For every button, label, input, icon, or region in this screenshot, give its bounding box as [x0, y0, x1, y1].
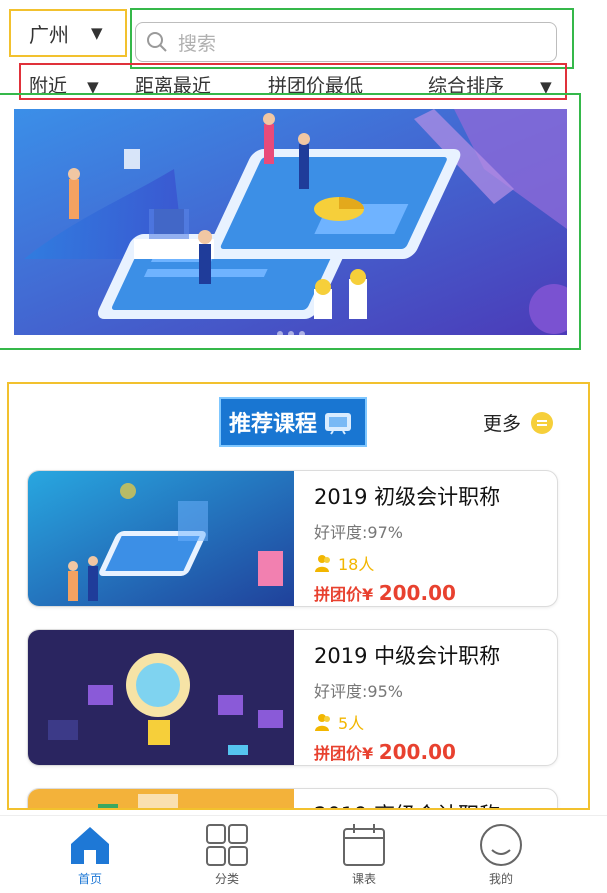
participants-count: 5人	[338, 714, 365, 733]
price-value: 200.00	[378, 740, 456, 764]
people-icon	[315, 555, 330, 572]
course-participants: 5人	[314, 710, 500, 734]
city-label: 广州	[29, 22, 69, 47]
nav-profile[interactable]: 我的	[441, 822, 561, 887]
course-participants: 18人	[314, 551, 500, 575]
course-info: 2019 高级会计职称	[314, 799, 500, 808]
course-card[interactable]: 2019 初级会计职称 好评度:97% 18人 拼团价¥ 200.00	[27, 470, 558, 607]
price-value: 200.00	[378, 581, 456, 605]
participants-count: 18人	[338, 555, 375, 574]
nav-profile-label: 我的	[488, 872, 513, 886]
bottom-nav: 首页 分类 课表 我的	[0, 815, 607, 893]
carousel-dot[interactable]	[277, 331, 283, 335]
course-info: 2019 中级会计职称 好评度:95% 5人 拼团价¥ 200.00	[314, 640, 500, 764]
banner-illustration	[14, 109, 567, 335]
search-placeholder: 搜索	[178, 32, 217, 55]
calendar-icon	[343, 824, 385, 866]
more-label: 更多	[483, 413, 522, 435]
carousel-dot[interactable]	[288, 331, 294, 335]
search-input[interactable]: 搜索	[135, 22, 557, 62]
people-icon	[315, 714, 330, 731]
course-name: 2019 初级会计职称	[314, 485, 501, 509]
banner-region	[0, 93, 581, 350]
nav-home[interactable]: 首页	[30, 822, 150, 887]
recommend-title-badge: 推荐课程	[219, 397, 367, 447]
price-label: 拼团价¥	[314, 744, 374, 763]
nav-home-label: 首页	[77, 872, 102, 886]
nav-schedule[interactable]: 课表	[304, 822, 424, 887]
course-name: 2019 高级会计职称	[314, 799, 500, 808]
course-info: 2019 初级会计职称 好评度:97% 18人 拼团价¥ 200.00	[314, 481, 500, 605]
search-icon	[147, 32, 167, 52]
recommend-title: 推荐课程	[229, 412, 318, 437]
price-label: 拼团价¥	[314, 585, 374, 604]
course-card[interactable]: 2019 中级会计职称 好评度:95% 5人 拼团价¥ 200.00	[27, 629, 558, 766]
course-price: 拼团价¥ 200.00	[314, 740, 500, 764]
course-rating: 好评度:97%	[314, 523, 403, 542]
city-selector[interactable]: 广州 ▼	[9, 9, 127, 57]
course-thumbnail	[28, 471, 294, 606]
course-price: 拼团价¥ 200.00	[314, 581, 500, 605]
more-icon	[531, 411, 554, 434]
course-thumbnail	[28, 789, 294, 808]
profile-icon	[480, 824, 522, 866]
app-screen: 广州 ▼ 搜索 附近 ▼ 距离最近 拼团价最低 综合排序 ▼ 推荐课程 更多 2…	[0, 0, 607, 893]
recommend-section: 推荐课程 更多 2019 初级会计职称 好评度:97% 18人 拼团价¥ 200…	[7, 382, 590, 810]
search-region: 搜索	[130, 8, 574, 69]
tv-icon	[325, 413, 352, 435]
carousel-dots	[277, 331, 305, 335]
course-thumbnail	[28, 630, 294, 765]
nav-category-label: 分类	[214, 872, 239, 886]
grid-icon	[206, 824, 248, 866]
carousel-dot[interactable]	[299, 331, 305, 335]
course-card[interactable]: 2019 高级会计职称	[27, 788, 558, 808]
course-name: 2019 中级会计职称	[314, 644, 501, 668]
nav-schedule-label: 课表	[351, 872, 376, 886]
course-rating: 好评度:95%	[314, 682, 403, 701]
nav-category[interactable]: 分类	[167, 822, 287, 887]
city-dropdown-icon: ▼	[91, 24, 103, 42]
more-link[interactable]: 更多	[483, 409, 554, 436]
banner-carousel[interactable]	[14, 109, 567, 335]
home-icon	[71, 827, 109, 864]
